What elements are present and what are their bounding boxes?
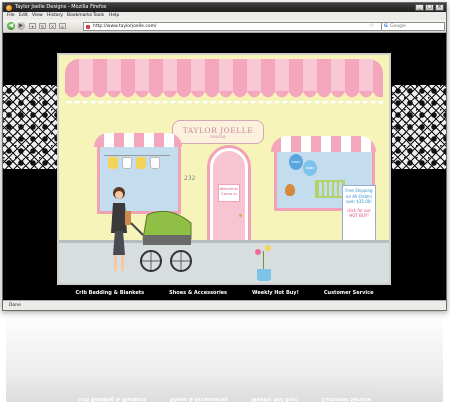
window-title: Taylor Joelle Designs - Mozilla Firefox — [15, 4, 107, 10]
hanging-rod — [104, 155, 170, 156]
teddy-bear-icon — [285, 184, 295, 196]
balloon-mom: mom — [289, 154, 303, 170]
onesie-white — [150, 157, 160, 169]
door-inner — [213, 151, 245, 254]
window-awning-left — [94, 133, 182, 147]
menu-view[interactable]: View — [32, 12, 43, 20]
site-favicon-icon — [86, 24, 90, 29]
reflection-nav-item: Crib Bedding & Blankets — [77, 396, 147, 402]
close-button[interactable]: × — [435, 4, 444, 11]
reflection-nav-item: Customer Service — [321, 396, 372, 402]
title-bar: Taylor Joelle Designs - Mozilla Firefox … — [3, 3, 446, 12]
door-sign: Welcome! Come In — [218, 184, 240, 202]
reflection-nav-item: Shoes & Accessories — [169, 396, 228, 402]
nav-shoes-accessories[interactable]: Shoes & Accessories — [169, 290, 227, 296]
storefront-illustration: TAYLOR JOELLE DESIGNS 232 Welcome! Come … — [57, 53, 391, 285]
door-knob — [239, 214, 242, 217]
back-arrow-icon[interactable]: ◀ — [7, 22, 15, 30]
flower-yellow-icon — [265, 245, 271, 251]
url-bar[interactable]: http://www.taylorjoelle.com/ — [83, 22, 387, 31]
shop-sign-name: TAYLOR JOELLE — [182, 125, 254, 135]
menu-bar: File Edit View History Bookmarks Tools H… — [3, 12, 446, 20]
damask-pattern-left — [3, 85, 57, 169]
dropdown-icon[interactable]: ▾ — [29, 23, 36, 29]
window-reflection: Crib Bedding & Blankets Shoes & Accessor… — [6, 312, 443, 402]
nav-crib-bedding[interactable]: Crib Bedding & Blankets — [75, 290, 144, 296]
maximize-button[interactable]: □ — [425, 4, 434, 11]
navigation-toolbar: ◀ ▶ ▾ ↻ ✕ ⌂ http://www.taylorjoelle.com/… — [3, 20, 446, 33]
status-bar: Done — [3, 300, 446, 310]
bookmark-star-icon[interactable]: ☆ — [369, 22, 374, 30]
home-icon[interactable]: ⌂ — [59, 23, 66, 29]
flower-stem — [263, 251, 264, 269]
menu-edit[interactable]: Edit — [19, 12, 28, 20]
damask-pattern-right — [392, 85, 446, 169]
browser-window: Taylor Joelle Designs - Mozilla Firefox … — [2, 2, 447, 311]
page-content: TAYLOR JOELLE DESIGNS 232 Welcome! Come … — [3, 33, 446, 301]
search-placeholder: Google — [390, 24, 406, 29]
flower-planter — [257, 269, 271, 281]
stop-icon[interactable]: ✕ — [49, 23, 56, 29]
minimize-button[interactable]: _ — [415, 4, 424, 11]
forward-arrow-icon[interactable]: ▶ — [17, 22, 25, 30]
balloon-baby: baby — [303, 160, 317, 176]
search-input[interactable]: G Google — [381, 22, 445, 31]
stroller-illustration — [130, 210, 192, 272]
reflection-nav-item: Weekly Hot Buy! — [251, 396, 299, 402]
flower-pink-icon — [255, 249, 261, 255]
shop-sign-sub: DESIGNS — [210, 134, 226, 139]
window-controls: _ □ × — [415, 4, 444, 11]
promo-hot-buy-text: click for our HOT BUY! — [347, 207, 371, 219]
address-number: 232 — [184, 175, 196, 182]
site-navigation: Crib Bedding & Blankets Shoes & Accessor… — [3, 285, 446, 301]
window-awning-right — [271, 136, 376, 152]
menu-history[interactable]: History — [47, 12, 63, 20]
crib-icon — [315, 180, 345, 198]
reload-icon[interactable]: ↻ — [39, 23, 46, 29]
firefox-icon — [6, 4, 12, 11]
nav-weekly-hot-buy[interactable]: Weekly Hot Buy! — [252, 290, 299, 296]
shop-sign[interactable]: TAYLOR JOELLE DESIGNS — [172, 120, 264, 144]
reflection-nav: Crib Bedding & Blankets Shoes & Accessor… — [6, 390, 443, 402]
promo-shipping-text: Free Shipping on All Orders over $35.00! — [345, 188, 373, 204]
status-text: Done — [9, 303, 21, 308]
nav-customer-service[interactable]: Customer Service — [324, 290, 374, 296]
onesie-yellow — [108, 157, 118, 169]
menu-help[interactable]: Help — [109, 12, 119, 20]
url-text: http://www.taylorjoelle.com/ — [93, 24, 157, 29]
menu-bookmarks[interactable]: Bookmarks — [67, 12, 92, 20]
awning-trim — [65, 101, 383, 105]
main-awning — [65, 59, 383, 93]
google-icon: G — [384, 24, 388, 29]
menu-file[interactable]: File — [7, 12, 15, 20]
onesie-yellow — [136, 157, 146, 169]
menu-tools[interactable]: Tools — [93, 12, 104, 20]
onesie-white — [122, 157, 132, 169]
